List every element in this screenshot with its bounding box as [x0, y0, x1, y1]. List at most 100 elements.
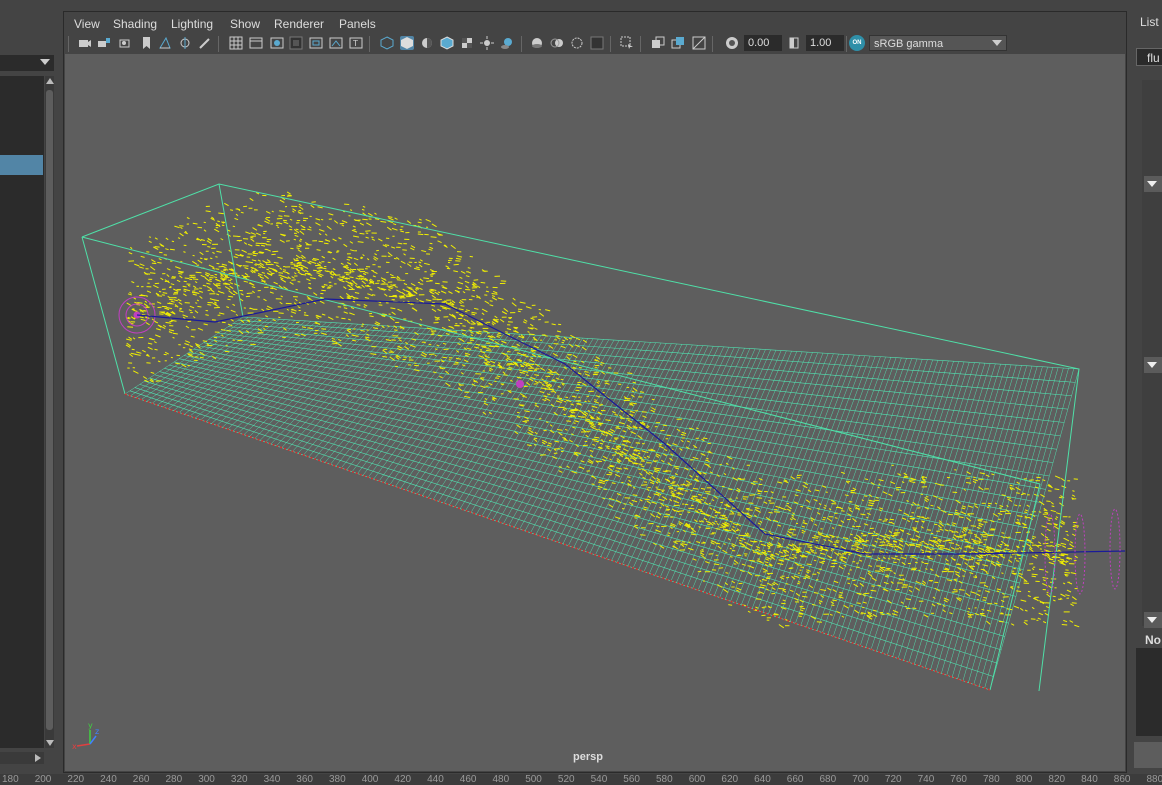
outliner-selected-item[interactable]: [0, 155, 43, 175]
field-chart-icon[interactable]: [309, 36, 323, 50]
resolution-gate-icon[interactable]: [270, 36, 284, 50]
particle-vector: [974, 505, 979, 509]
shadows-icon[interactable]: [500, 36, 514, 50]
particle-vector: [506, 355, 510, 358]
particle-vector: [1016, 492, 1020, 494]
particle-vector: [160, 277, 164, 281]
particle-vector: [860, 513, 866, 516]
smooth-shade-icon[interactable]: [400, 36, 414, 50]
particle-vector: [450, 244, 456, 250]
color-space-select[interactable]: sRGB gamma: [869, 35, 1007, 51]
particle-vector: [793, 575, 800, 578]
outliner-list[interactable]: [0, 76, 44, 748]
particle-vector: [418, 261, 422, 264]
lock-camera-icon[interactable]: [97, 36, 111, 50]
particle-vector: [252, 254, 257, 257]
particle-vector: [165, 321, 172, 324]
particle-vector: [456, 286, 460, 289]
particle-vector: [130, 352, 137, 355]
tab-list[interactable]: List: [1140, 15, 1159, 29]
grease-pencil-icon[interactable]: [198, 36, 212, 50]
time-ruler[interactable]: 180 200 220 240 260 280 300 320 340 360 380 400 420 4…: [0, 774, 1162, 785]
particle-vector: [839, 591, 844, 594]
scroll-up-icon[interactable]: [46, 78, 54, 84]
particle-vector: [544, 382, 548, 385]
wireframe-on-shaded-icon[interactable]: [440, 36, 454, 50]
section-collapse-button[interactable]: [1144, 176, 1162, 192]
particle-vector: [631, 499, 638, 503]
grid-icon[interactable]: [229, 36, 243, 50]
particle-vector: [654, 470, 659, 473]
gamma-icon[interactable]: [787, 36, 801, 50]
safe-title-icon[interactable]: T: [349, 36, 363, 50]
xray-active-components-icon[interactable]: [692, 36, 706, 50]
bookmark-icon[interactable]: [139, 36, 153, 50]
depth-of-field-icon[interactable]: [590, 36, 604, 50]
node-name-field[interactable]: flu: [1136, 48, 1162, 66]
particle-vector: [1010, 549, 1015, 553]
particle-vector: [161, 294, 165, 296]
film-gate-icon[interactable]: [249, 36, 263, 50]
outliner-scrollbar[interactable]: [45, 76, 54, 748]
textured-icon[interactable]: [460, 36, 474, 50]
exposure-icon[interactable]: [725, 36, 739, 50]
color-management-toggle[interactable]: ON: [849, 35, 865, 51]
menu-panels[interactable]: Panels: [339, 17, 376, 31]
menu-shading[interactable]: Shading: [113, 17, 157, 31]
wireframe-icon[interactable]: [380, 36, 394, 50]
particle-vector: [557, 429, 563, 431]
two-d-pan-zoom-icon[interactable]: [178, 36, 192, 50]
default-material-icon[interactable]: [420, 36, 434, 50]
outliner-hscrollbar[interactable]: [0, 752, 44, 764]
gamma-field[interactable]: 1.00: [806, 35, 844, 51]
outliner-dropdown[interactable]: [0, 55, 54, 71]
particle-vector: [942, 547, 948, 550]
camera-attributes-icon[interactable]: [118, 36, 132, 50]
safe-action-icon[interactable]: [329, 36, 343, 50]
particle-vector: [128, 252, 133, 255]
select-button[interactable]: [1134, 742, 1162, 768]
particle-vector: [278, 215, 283, 217]
particle-vector: [425, 299, 432, 302]
xray-icon[interactable]: [651, 36, 665, 50]
emitter-center-marker[interactable]: [516, 380, 524, 388]
ruler-tick-label: 380: [329, 774, 346, 785]
fluid-scene[interactable]: x y z: [65, 54, 1125, 771]
particle-vector: [319, 300, 325, 304]
camera-icon[interactable]: [78, 36, 92, 50]
scroll-right-icon[interactable]: [35, 754, 41, 762]
particle-vector: [261, 308, 265, 312]
lights-icon[interactable]: [480, 36, 494, 50]
particle-vector: [221, 265, 226, 268]
particle-vector: [503, 374, 508, 376]
menu-renderer[interactable]: Renderer: [274, 17, 324, 31]
gate-mask-icon[interactable]: [289, 36, 303, 50]
particle-vector: [966, 559, 972, 561]
particle-vector: [183, 293, 187, 297]
notes-textarea[interactable]: [1136, 648, 1162, 736]
screen-space-ao-icon[interactable]: [530, 36, 544, 50]
particle-vector: [956, 530, 959, 534]
section-collapse-button[interactable]: [1144, 612, 1162, 628]
particle-vector: [610, 428, 616, 433]
particle-vector: [686, 440, 691, 443]
particle-vector: [593, 427, 599, 431]
exposure-field[interactable]: 0.00: [744, 35, 782, 51]
particle-vector: [226, 306, 230, 309]
particle-vector: [419, 283, 424, 285]
image-plane-icon[interactable]: [158, 36, 172, 50]
menu-lighting[interactable]: Lighting: [171, 17, 213, 31]
scroll-down-icon[interactable]: [46, 740, 54, 746]
anti-aliasing-icon[interactable]: [570, 36, 584, 50]
menu-show[interactable]: Show: [230, 17, 260, 31]
3d-viewport[interactable]: x y z persp: [65, 54, 1125, 771]
scroll-thumb[interactable]: [46, 90, 53, 730]
section-collapse-button[interactable]: [1144, 357, 1162, 373]
xray-joints-icon[interactable]: [671, 36, 685, 50]
particle-vector: [831, 527, 835, 529]
particle-vector: [814, 523, 818, 526]
motion-blur-icon[interactable]: [550, 36, 564, 50]
menu-view[interactable]: View: [74, 17, 100, 31]
isolate-select-icon[interactable]: [620, 36, 634, 50]
particle-vector: [147, 346, 153, 350]
